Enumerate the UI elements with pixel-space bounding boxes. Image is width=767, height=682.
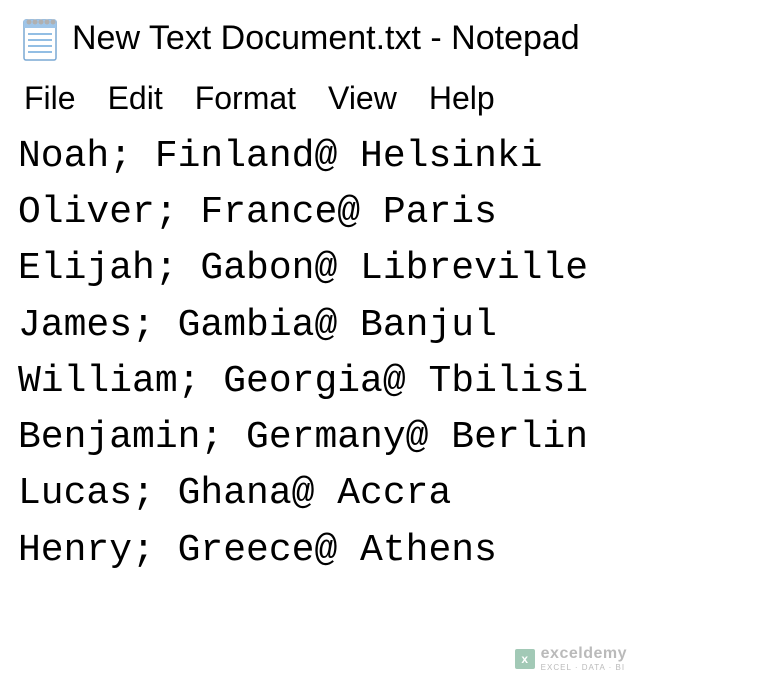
text-editor-content[interactable]: Noah; Finland@ Helsinki Oliver; France@ … xyxy=(0,127,767,581)
watermark: x exceldemy EXCEL · DATA · BI xyxy=(515,645,627,672)
menu-help[interactable]: Help xyxy=(429,80,495,117)
titlebar: New Text Document.txt - Notepad xyxy=(0,0,767,72)
menubar: File Edit Format View Help xyxy=(0,72,767,127)
menu-edit[interactable]: Edit xyxy=(108,80,163,117)
menu-view[interactable]: View xyxy=(328,80,397,117)
watermark-main: exceldemy xyxy=(541,645,627,663)
watermark-icon: x xyxy=(515,649,535,669)
menu-format[interactable]: Format xyxy=(195,80,296,117)
notepad-icon xyxy=(18,12,60,64)
menu-file[interactable]: File xyxy=(24,80,76,117)
watermark-sub: EXCEL · DATA · BI xyxy=(541,663,627,672)
window-title: New Text Document.txt - Notepad xyxy=(72,19,580,58)
